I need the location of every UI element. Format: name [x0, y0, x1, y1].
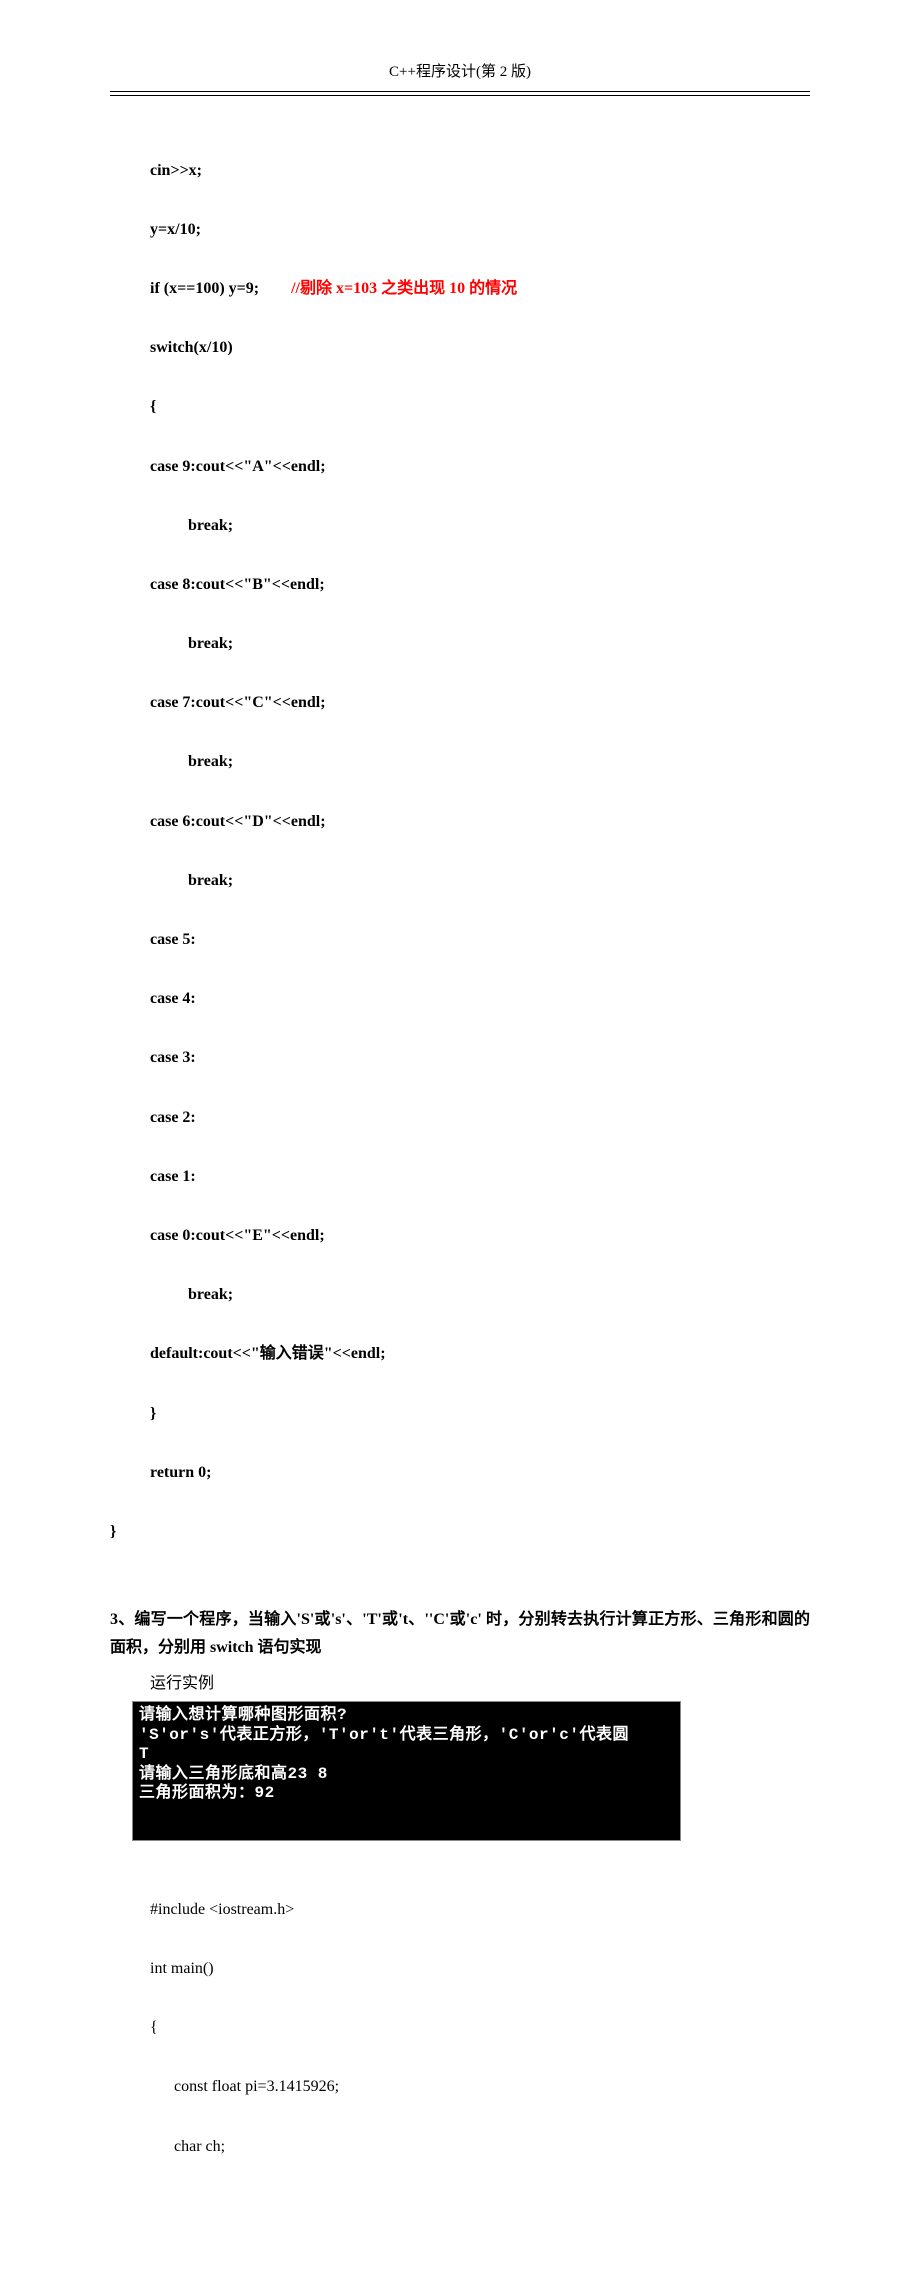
run-example-label: 运行实例	[150, 1669, 810, 1693]
question-prefix: 3、编写一个程序，当输入'S'或's'、'T'或't、''C'或'c' 时，分别…	[110, 1611, 810, 1657]
code-line: }	[110, 1399, 810, 1429]
code-line: y=x/10;	[110, 215, 810, 245]
console-line: 'S'or's'代表正方形，'T'or't'代表三角形，'C'or'c'代表圆	[139, 1726, 674, 1746]
code-line: case 2:	[110, 1103, 810, 1133]
code-block-1: cin>>x; y=x/10; if (x==100) y=9; //剔除 x=…	[110, 126, 810, 1606]
code-line: case 6:cout<<"D"<<endl;	[110, 807, 810, 837]
code-line: {	[150, 2013, 810, 2043]
code-line: break;	[110, 866, 810, 896]
console-line: T	[139, 1745, 674, 1765]
console-line: 三角形面积为：92	[139, 1784, 674, 1804]
code-line: {	[110, 392, 810, 422]
code-line: case 3:	[110, 1043, 810, 1073]
code-line: case 7:cout<<"C"<<endl;	[110, 688, 810, 718]
console-output: 请输入想计算哪种图形面积?'S'or's'代表正方形，'T'or't'代表三角形…	[132, 1701, 681, 1841]
code-line: switch(x/10)	[110, 333, 810, 363]
header-underline	[110, 91, 810, 96]
code-line: break;	[110, 629, 810, 659]
code-text: if (x==100) y=9;	[150, 280, 291, 297]
page: C++程序设计(第 2 版) cin>>x; y=x/10; if (x==10…	[0, 0, 920, 2280]
code-line: return 0;	[110, 1458, 810, 1488]
code-line: const float pi=3.1415926;	[150, 2072, 810, 2102]
code-line: #include <iostream.h>	[150, 1895, 810, 1925]
code-line: cin>>x;	[110, 156, 810, 186]
code-line: }	[110, 1517, 810, 1547]
code-line: default:cout<<"输入错误"<<endl;	[110, 1339, 810, 1369]
code-line: case 8:cout<<"B"<<endl;	[110, 570, 810, 600]
code-comment: //剔除 x=103 之类出现 10 的情况	[291, 280, 517, 297]
header-title: C++程序设计(第 2 版)	[389, 60, 531, 83]
code-line: case 0:cout<<"E"<<endl;	[110, 1221, 810, 1251]
code-line: char ch;	[150, 2132, 810, 2162]
code-line: case 5:	[110, 925, 810, 955]
code-line: if (x==100) y=9; //剔除 x=103 之类出现 10 的情况	[110, 274, 810, 304]
code-line: break;	[110, 747, 810, 777]
code-line: case 9:cout<<"A"<<endl;	[110, 452, 810, 482]
code-line: case 4:	[110, 984, 810, 1014]
console-line: 请输入想计算哪种图形面积?	[139, 1706, 674, 1726]
code-line: break;	[110, 511, 810, 541]
page-header: C++程序设计(第 2 版)	[110, 60, 810, 83]
code-line: case 1:	[110, 1162, 810, 1192]
code-line: break;	[110, 1280, 810, 1310]
question-text: 3、编写一个程序，当输入'S'或's'、'T'或't、''C'或'c' 时，分别…	[110, 1606, 810, 1664]
code-block-2: #include <iostream.h> int main() { const…	[150, 1865, 810, 2220]
console-line: 请输入三角形底和高23 8	[139, 1765, 674, 1785]
code-line: int main()	[150, 1954, 810, 1984]
